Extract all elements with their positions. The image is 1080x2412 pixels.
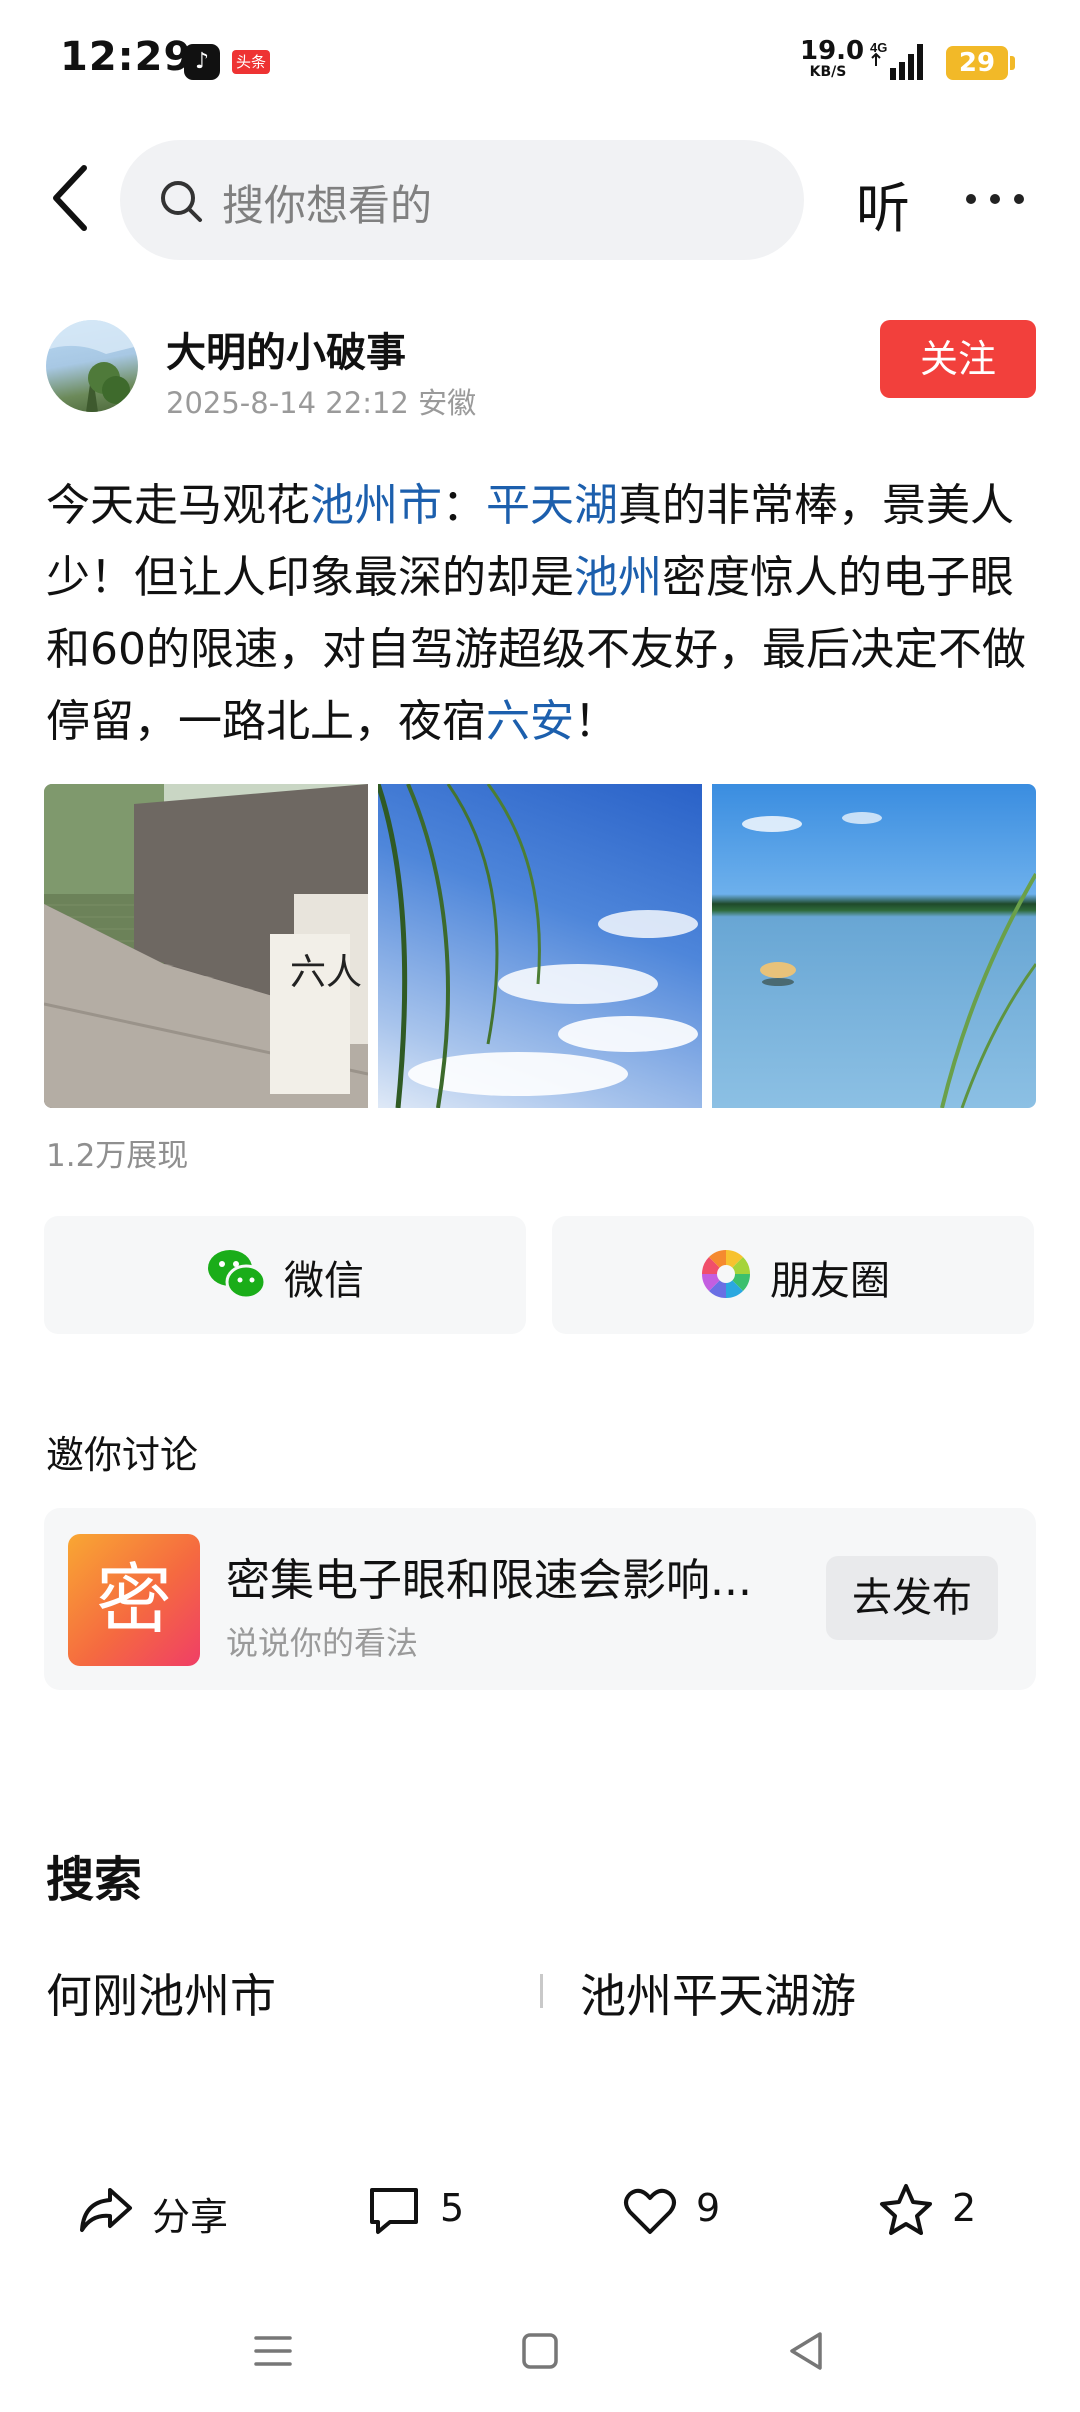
post-meta: 2025-8-14 22:12 安徽 bbox=[166, 386, 477, 420]
topic-title: 密集电子眼和限速会影响... bbox=[226, 1555, 752, 1606]
search-suggestion[interactable]: 何刚池州市 bbox=[46, 1960, 276, 2026]
more-dot-icon bbox=[990, 194, 1000, 204]
share-button[interactable]: 分享 bbox=[76, 2180, 256, 2240]
bottom-action-bar: 分享 5 9 2 bbox=[0, 2160, 1080, 2260]
post-text-segment: ！ bbox=[574, 696, 618, 747]
search-section-title: 搜索 bbox=[46, 1852, 143, 1908]
search-suggestion[interactable]: 池州平天湖游 bbox=[580, 1960, 856, 2026]
share-arrow-icon bbox=[80, 2188, 132, 2232]
signal-icon: 4G bbox=[868, 38, 932, 82]
star-icon bbox=[880, 2184, 932, 2235]
discussion-topic-card[interactable]: 密 密集电子眼和限速会影响... 说说你的看法 去发布 bbox=[44, 1508, 1036, 1690]
image-sign-text: 六人 bbox=[290, 952, 362, 993]
status-bar: 12:29 ♪ 头条 19.0 KB/S 4G 29 bbox=[0, 0, 1080, 124]
author-name[interactable]: 大明的小破事 bbox=[166, 320, 406, 378]
battery-cap bbox=[1010, 56, 1015, 70]
comment-count: 5 bbox=[440, 2186, 465, 2230]
post-text-segment: ： bbox=[442, 480, 486, 531]
menu-icon[interactable] bbox=[248, 2326, 298, 2376]
like-count: 9 bbox=[696, 2186, 721, 2230]
share-label: 分享 bbox=[152, 2195, 229, 2239]
invite-discussion-title: 邀你讨论 bbox=[46, 1433, 199, 1477]
divider bbox=[540, 1974, 543, 2008]
topic-link[interactable]: 六安 bbox=[486, 696, 574, 747]
heart-icon bbox=[624, 2188, 676, 2234]
more-dot-icon bbox=[966, 194, 976, 204]
post-text: 今天走马观花池州市：平天湖真的非常棒，景美人少！但让人印象最深的却是池州密度惊人… bbox=[46, 470, 1046, 758]
topic-link[interactable]: 平天湖 bbox=[486, 480, 618, 531]
network-speed: 19.0 KB/S bbox=[800, 36, 865, 80]
listen-button[interactable]: 听 bbox=[856, 164, 910, 243]
moments-label: 朋友圈 bbox=[770, 1258, 890, 1304]
topic-link[interactable]: 池州市 bbox=[310, 480, 442, 531]
topic-badge: 密 bbox=[68, 1534, 200, 1666]
toutiao-app-icon: 头条 bbox=[232, 50, 270, 74]
search-bar[interactable]: 搜你想看的 bbox=[120, 140, 804, 260]
system-nav-bar bbox=[0, 2300, 1080, 2412]
publish-button[interactable]: 去发布 bbox=[826, 1556, 998, 1640]
more-dot-icon bbox=[1014, 194, 1024, 204]
follow-button[interactable]: 关注 bbox=[880, 320, 1036, 398]
post-image-lake[interactable] bbox=[712, 784, 1036, 1108]
favorite-button[interactable]: 2 bbox=[876, 2180, 996, 2240]
network-type: 4G bbox=[870, 40, 887, 55]
share-wechat-button[interactable]: 微信 bbox=[44, 1216, 526, 1334]
moments-icon bbox=[701, 1249, 751, 1299]
post-image-sky[interactable] bbox=[378, 784, 702, 1108]
wechat-label: 微信 bbox=[284, 1258, 364, 1304]
avatar[interactable] bbox=[46, 320, 138, 412]
like-button[interactable]: 9 bbox=[620, 2180, 740, 2240]
top-nav: 搜你想看的 听 bbox=[0, 124, 1080, 278]
favorite-count: 2 bbox=[952, 2186, 977, 2230]
battery-icon: 29 bbox=[946, 46, 1008, 80]
post-text-segment: 今天走马观花 bbox=[46, 480, 310, 531]
author-row: 大明的小破事 2025-8-14 22:12 安徽 关注 bbox=[0, 300, 1080, 430]
view-count: 1.2万展现 bbox=[46, 1138, 189, 1174]
back-button[interactable] bbox=[44, 158, 104, 238]
comment-button[interactable]: 5 bbox=[364, 2180, 484, 2240]
comment-icon bbox=[370, 2188, 418, 2234]
topic-link[interactable]: 池州 bbox=[574, 552, 662, 603]
network-speed-unit: KB/S bbox=[809, 64, 847, 80]
post-images: 六人 bbox=[44, 784, 1036, 1108]
share-moments-button[interactable]: 朋友圈 bbox=[552, 1216, 1034, 1334]
wechat-icon bbox=[208, 1250, 266, 1300]
more-options-button[interactable] bbox=[962, 180, 1028, 220]
topic-subtitle: 说说你的看法 bbox=[226, 1624, 419, 1662]
search-placeholder: 搜你想看的 bbox=[222, 181, 433, 230]
home-icon[interactable] bbox=[515, 2326, 565, 2376]
status-time: 12:29 bbox=[60, 34, 193, 80]
network-speed-value: 19.0 bbox=[800, 36, 865, 66]
search-icon bbox=[161, 181, 202, 222]
back-arrow-icon bbox=[53, 165, 87, 231]
back-triangle-icon[interactable] bbox=[782, 2326, 832, 2376]
post-image-wall[interactable]: 六人 bbox=[44, 784, 368, 1108]
tiktok-app-icon: ♪ bbox=[184, 44, 220, 80]
